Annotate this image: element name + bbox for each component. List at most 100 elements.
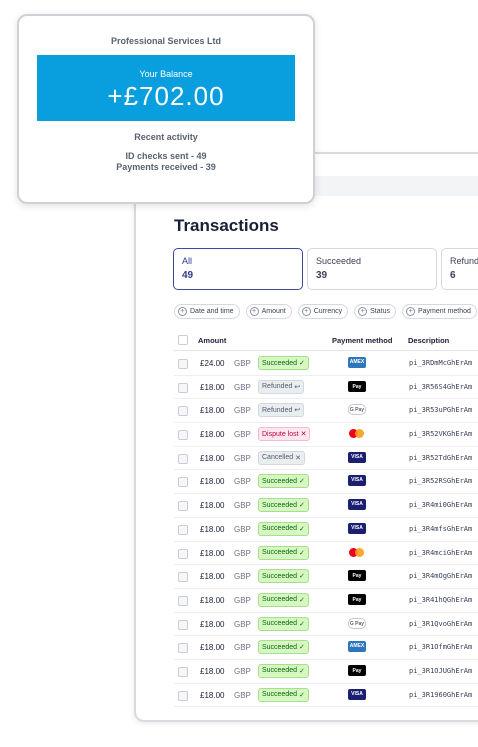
- filter-date-and-time[interactable]: + Date and time: [174, 304, 240, 319]
- visa-card-icon: VISA: [348, 451, 366, 463]
- status-badge: Dispute lost ✕: [258, 427, 311, 442]
- row-amount: £18.00: [200, 548, 225, 558]
- table-row[interactable]: £18.00 GBP Dispute lost ✕ pi_3R52VKGhErAm: [174, 423, 478, 447]
- visa-card-icon: VISA: [348, 475, 366, 487]
- apple-card-icon: Pay: [348, 570, 366, 582]
- status-icon: ✕: [300, 431, 307, 439]
- apple-card-icon: Pay: [348, 664, 366, 676]
- apple-card-icon: Pay: [348, 593, 366, 605]
- tab-count: 39: [316, 270, 328, 281]
- filter-status[interactable]: + Status: [354, 304, 396, 319]
- tab-count: 49: [182, 270, 194, 281]
- row-amount: £18.00: [200, 643, 225, 653]
- status-badge: Succeeded ✓: [258, 687, 309, 702]
- status-icon: ✓: [299, 502, 305, 510]
- filter-bar: + Date and time + Amount + Currency + Status…: [174, 304, 477, 319]
- table-row[interactable]: £18.00 GBP Succeeded ✓ G Pay pi_3R1QvoGhErAm: [174, 613, 478, 637]
- status-icon: ↩: [294, 383, 301, 391]
- tab-all[interactable]: All 49: [173, 248, 303, 290]
- table-row[interactable]: £18.00 GBP Succeeded ✓ pi_3R4mciGhErAm: [174, 542, 478, 566]
- row-description: pi_3R1OfmGhErAm: [409, 643, 473, 652]
- row-checkbox[interactable]: [178, 359, 188, 369]
- tab-count: 6: [450, 270, 456, 281]
- table-row[interactable]: £18.00 GBP Refunded ↩ Pay pi_3R56S4GhErAm: [174, 376, 478, 400]
- status-badge: Succeeded ✓: [258, 521, 309, 536]
- row-currency: GBP: [234, 359, 251, 368]
- row-checkbox[interactable]: [178, 524, 188, 535]
- table-row[interactable]: £18.00 GBP Succeeded ✓ VISA pi_3R4mi0GhErAm: [174, 494, 478, 518]
- column-amount: Amount: [198, 336, 227, 345]
- row-checkbox[interactable]: [178, 477, 188, 488]
- table-row[interactable]: £18.00 GBP Succeeded ✓ VISA pi_3R4mfsGhErAm: [174, 518, 478, 542]
- status-label: Succeeded: [262, 501, 298, 509]
- status-badge: Succeeded ✓: [258, 569, 309, 584]
- table-row[interactable]: £18.00 GBP Succeeded ✓ Pay pi_3R41hQGhErAm: [174, 589, 478, 613]
- apple-card-icon: Pay: [348, 380, 366, 392]
- filter-amount[interactable]: + Amount: [245, 304, 292, 319]
- mastercard-orange-circle: [355, 429, 364, 439]
- table-row[interactable]: £18.00 GBP Refunded ↩ G Pay pi_3R53uPGhErAm: [174, 399, 478, 424]
- row-description: pi_3R56S4GhErAm: [409, 382, 473, 391]
- row-currency: GBP: [234, 595, 251, 605]
- row-description: pi_3R41hQGhErAm: [409, 595, 473, 604]
- status-icon: ✓: [299, 596, 305, 604]
- row-checkbox[interactable]: [178, 643, 188, 654]
- row-checkbox[interactable]: [178, 382, 188, 393]
- row-currency: GBP: [234, 666, 251, 676]
- amex-card-icon: AMEX: [348, 357, 366, 368]
- status-icon: ✓: [299, 620, 305, 628]
- tab-label: Refund: [450, 256, 478, 266]
- tab-refunded[interactable]: Refund 6: [441, 248, 478, 290]
- row-checkbox[interactable]: [178, 406, 188, 417]
- row-currency: GBP: [234, 690, 251, 700]
- plus-circle-icon: +: [178, 307, 187, 316]
- status-label: Succeeded: [262, 643, 298, 651]
- row-amount: £18.00: [200, 619, 225, 629]
- row-checkbox[interactable]: [178, 595, 188, 606]
- row-checkbox[interactable]: [178, 690, 188, 701]
- filter-payment-method[interactable]: + Payment method: [401, 304, 477, 319]
- filter-currency[interactable]: + Currency: [297, 304, 349, 319]
- visa-card-icon: VISA: [348, 688, 366, 700]
- row-amount: £18.00: [200, 453, 225, 463]
- table-header: Amount Payment method Description: [174, 330, 478, 351]
- status-label: Succeeded: [262, 525, 298, 533]
- row-checkbox[interactable]: [178, 453, 188, 464]
- status-badge: Refunded ↩: [258, 379, 305, 394]
- plus-circle-icon: +: [405, 307, 415, 316]
- table-row[interactable]: £18.00 GBP Succeeded ✓ Pay pi_3R4mOgGhErAm: [174, 565, 478, 589]
- row-checkbox[interactable]: [178, 548, 188, 559]
- status-label: Succeeded: [262, 596, 298, 604]
- status-badge: Succeeded ✓: [258, 498, 309, 513]
- status-icon: ✓: [299, 644, 305, 652]
- status-icon: ✓: [299, 573, 305, 581]
- status-icon: ✓: [299, 360, 305, 367]
- tab-succeeded[interactable]: Succeeded 39: [307, 248, 437, 290]
- table-row[interactable]: £18.00 GBP Succeeded ✓ Pay pi_3R1OJUGhErAm: [174, 660, 478, 684]
- row-checkbox[interactable]: [178, 501, 188, 512]
- select-all-checkbox[interactable]: [178, 335, 188, 345]
- table-row[interactable]: £18.00 GBP Succeeded ✓ VISA pi_3R52RSGhErAm: [174, 470, 478, 495]
- row-description: pi_3R52VKGhErAm: [409, 430, 473, 439]
- table-row[interactable]: £18.00 GBP Succeeded ✓ VISA pi_3R1960GhErAm: [174, 684, 478, 708]
- balance-label: Your Balance: [139, 69, 193, 79]
- row-checkbox[interactable]: [178, 619, 188, 630]
- row-currency: GBP: [234, 477, 251, 487]
- table-row[interactable]: £18.00 GBP Succeeded ✓ AMEX pi_3R1OfmGhErAm: [174, 636, 478, 660]
- row-checkbox[interactable]: [178, 666, 188, 677]
- status-icon: ✓: [299, 549, 305, 557]
- row-currency: GBP: [234, 572, 251, 582]
- row-description: pi_3RDmMcGhErAm: [409, 359, 473, 367]
- row-checkbox[interactable]: [178, 430, 188, 441]
- row-amount: £18.00: [200, 524, 225, 534]
- balance-amount: +£702.00: [107, 81, 225, 111]
- row-checkbox[interactable]: [178, 572, 188, 583]
- table-row[interactable]: £24.00 GBP Succeeded ✓ AMEX pi_3RDmMcGhErAm: [174, 352, 478, 376]
- gpay-card-icon: G Pay: [348, 617, 366, 629]
- status-icon: ✓: [299, 691, 305, 699]
- row-currency: GBP: [234, 619, 251, 629]
- mc-card-icon: [348, 428, 366, 440]
- status-label: Cancelled: [262, 454, 294, 462]
- row-currency: GBP: [234, 453, 251, 463]
- table-row[interactable]: £18.00 GBP Cancelled ✕ VISA pi_3R52TdGhErAm: [174, 447, 478, 471]
